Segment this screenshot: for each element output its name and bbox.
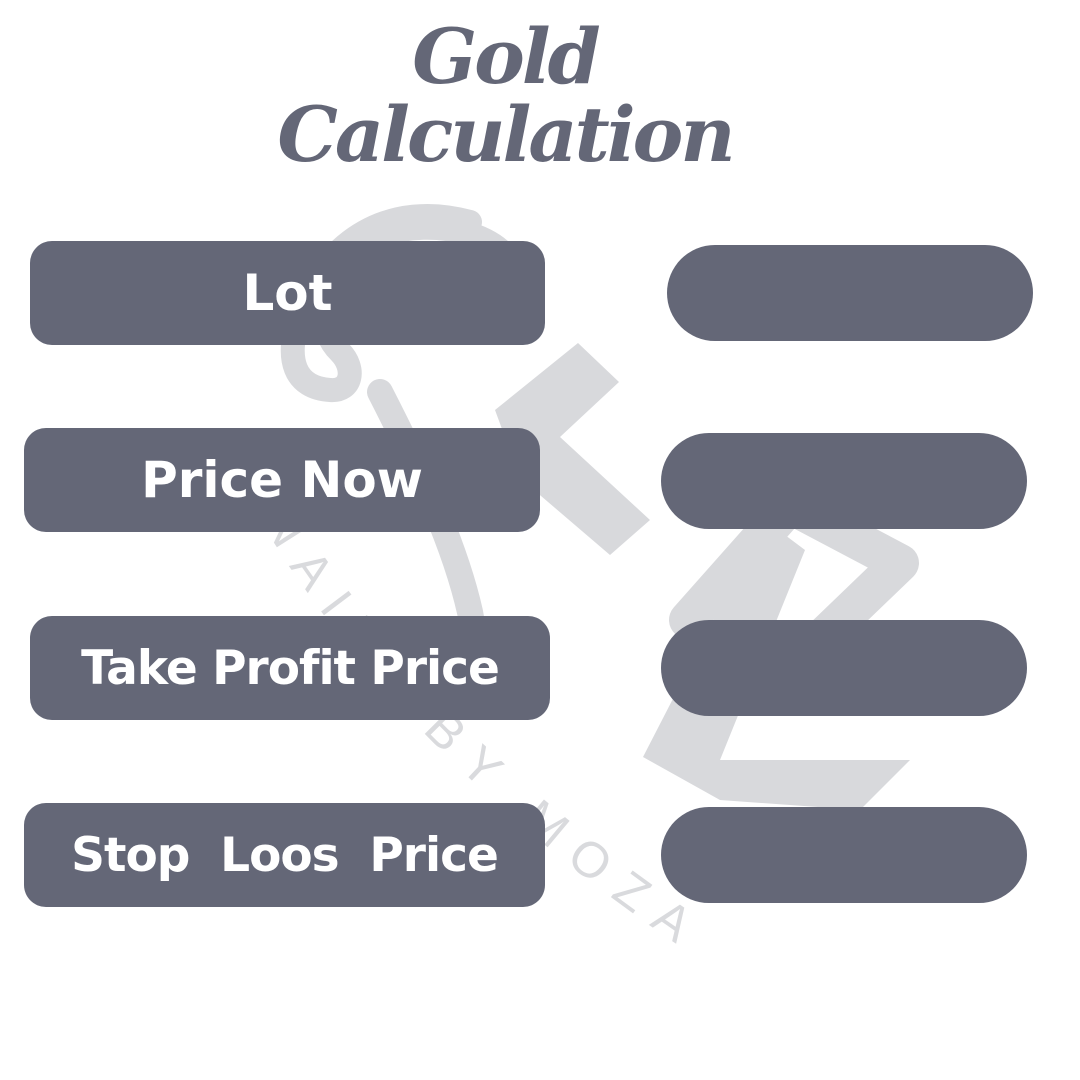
lot-input[interactable] [667,245,1033,341]
price-now-input[interactable] [661,433,1027,529]
lot-label: Lot [30,241,545,345]
gold-calculator-page: NAILS BY MOZA Gold Calculation Lot Price… [0,0,1080,1080]
title-line-gold: Gold [412,12,601,101]
price-now-label: Price Now [24,428,540,532]
page-title: Gold Calculation [240,18,770,174]
take-profit-price-label: Take Profit Price [30,616,550,720]
stop-loss-price-input[interactable] [661,807,1027,903]
title-line-calculation: Calculation [277,90,735,179]
take-profit-price-input[interactable] [661,620,1027,716]
stop-loss-price-label: Stop Loos Price [24,803,545,907]
